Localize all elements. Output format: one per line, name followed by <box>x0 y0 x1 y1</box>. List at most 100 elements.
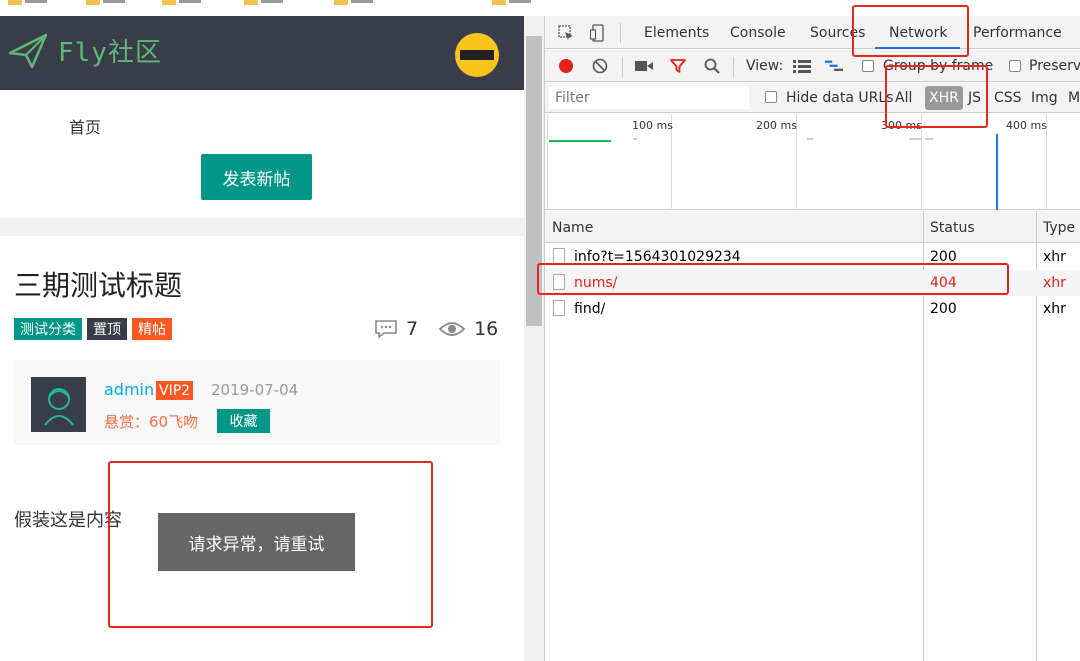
request-type: xhr <box>1043 249 1066 265</box>
request-type: xhr <box>1043 301 1066 317</box>
hide-data-urls-checkbox[interactable] <box>765 91 777 103</box>
web-page: Fly社区 首页 发表新帖 三期测试标题 测试分类 置顶 精帖 7 16 adm… <box>0 16 524 661</box>
file-icon <box>553 300 565 316</box>
logo-text: Fly社区 <box>58 38 162 68</box>
devtools-tab-bar: Elements Console Sources Network Perform… <box>545 16 1080 49</box>
author-name[interactable]: admin <box>104 380 154 399</box>
filter-toggle-button[interactable] <box>669 57 687 75</box>
post-date: 2019-07-04 <box>211 381 299 399</box>
request-status: 200 <box>930 301 957 317</box>
featured-badge: 精帖 <box>132 318 172 340</box>
new-post-button[interactable]: 发表新帖 <box>201 154 312 200</box>
nav-home-link[interactable]: 首页 <box>69 114 101 138</box>
list-view-icon <box>793 60 811 73</box>
preserve-log-label: Preserve <box>1029 58 1080 74</box>
filter-icon <box>670 59 686 73</box>
tab-performance[interactable]: Performance <box>973 25 1062 41</box>
folder-icon <box>334 0 348 5</box>
bookmarks-bar <box>0 0 1080 16</box>
file-icon <box>553 248 565 264</box>
column-name[interactable]: Name <box>552 220 593 236</box>
view-count-value: 16 <box>474 318 499 340</box>
network-overview-timeline[interactable]: 100 ms 200 ms 300 ms 400 ms <box>545 114 1080 210</box>
waterfall-icon <box>825 60 843 71</box>
site-logo[interactable]: Fly社区 <box>8 32 162 69</box>
request-name: nums/ <box>574 275 618 291</box>
preserve-log-checkbox[interactable] <box>1009 60 1021 72</box>
folder-icon <box>86 0 100 5</box>
request-name: find/ <box>574 301 606 317</box>
scrollbar-thumb[interactable] <box>526 36 542 326</box>
author-avatar[interactable] <box>31 377 86 432</box>
search-button[interactable] <box>703 57 721 75</box>
table-row[interactable]: info?t=1564301029234 200 xhr <box>545 244 1080 270</box>
group-by-frame-checkbox[interactable] <box>862 60 874 72</box>
column-status[interactable]: Status <box>930 220 975 236</box>
vip-badge: VIP2 <box>156 381 194 400</box>
bookmark-item[interactable] <box>244 0 283 6</box>
column-type[interactable]: Type <box>1043 220 1075 236</box>
video-camera-icon <box>635 61 653 71</box>
large-rows-toggle[interactable] <box>793 57 811 75</box>
search-icon <box>704 58 720 74</box>
table-row[interactable]: find/ 200 xhr <box>545 296 1080 322</box>
timeline-bar <box>925 138 933 140</box>
clear-icon <box>592 58 608 74</box>
request-type: xhr <box>1043 275 1066 291</box>
active-tab-indicator <box>875 47 960 49</box>
filter-type-img[interactable]: Img <box>1031 90 1058 106</box>
filter-type-js[interactable]: JS <box>968 90 981 106</box>
eye-icon <box>438 322 466 336</box>
view-label: View: <box>746 58 784 74</box>
waterfall-toggle[interactable] <box>825 57 843 75</box>
category-badge[interactable]: 测试分类 <box>14 318 82 340</box>
tab-elements[interactable]: Elements <box>644 25 709 41</box>
author-card: admin VIP2 2019-07-04 悬赏：60飞吻 收藏 <box>14 360 500 445</box>
request-status: 404 <box>930 275 957 291</box>
timeline-label: 400 ms <box>1006 119 1047 132</box>
devtools-panel: Elements Console Sources Network Perform… <box>544 16 1080 661</box>
reward-label: 悬赏：60飞吻 <box>104 413 199 431</box>
sticky-badge: 置顶 <box>87 318 127 340</box>
group-by-frame-label: Group by frame <box>883 58 994 74</box>
device-toolbar-icon[interactable] <box>589 24 607 42</box>
bookmark-item[interactable] <box>8 0 47 6</box>
capture-screenshots-button[interactable] <box>635 57 653 75</box>
section-divider <box>0 218 524 236</box>
inspect-element-icon[interactable] <box>557 24 575 42</box>
timeline-bar <box>909 138 921 140</box>
filter-type-css[interactable]: CSS <box>994 90 1022 106</box>
filter-type-xhr[interactable]: XHR <box>925 86 963 110</box>
filter-type-media[interactable]: M <box>1068 90 1080 106</box>
request-status: 200 <box>930 249 957 265</box>
folder-icon <box>162 0 176 5</box>
bookmark-item[interactable] <box>162 0 201 6</box>
network-toolbar: View: Group by frame Preserve <box>545 50 1080 82</box>
error-toast: 请求异常，请重试 <box>158 513 355 571</box>
tab-console[interactable]: Console <box>730 25 786 41</box>
folder-icon <box>244 0 258 5</box>
filter-input[interactable] <box>549 87 749 109</box>
tab-network[interactable]: Network <box>889 25 947 41</box>
filter-type-all[interactable]: All <box>895 90 912 106</box>
comment-count-value: 7 <box>406 318 419 340</box>
favorite-button[interactable]: 收藏 <box>217 409 270 433</box>
bookmark-item[interactable] <box>492 0 531 6</box>
tab-sources[interactable]: Sources <box>810 25 865 41</box>
record-button[interactable] <box>557 57 575 75</box>
user-avatar[interactable] <box>455 33 499 77</box>
file-icon <box>553 274 565 290</box>
post-stats: 7 16 <box>374 318 498 340</box>
comment-icon <box>375 320 397 339</box>
clear-button[interactable] <box>591 57 609 75</box>
timeline-label: 100 ms <box>632 119 673 132</box>
timeline-label: 200 ms <box>756 119 797 132</box>
record-icon <box>559 59 573 73</box>
page-scrollbar[interactable] <box>524 16 544 661</box>
timeline-bar <box>549 140 611 142</box>
post-badges: 测试分类 置顶 精帖 <box>14 318 172 340</box>
table-row[interactable]: nums/ 404 xhr <box>545 270 1080 296</box>
bookmark-item[interactable] <box>334 0 373 6</box>
post-title: 三期测试标题 <box>14 269 183 302</box>
bookmark-item[interactable] <box>86 0 125 6</box>
